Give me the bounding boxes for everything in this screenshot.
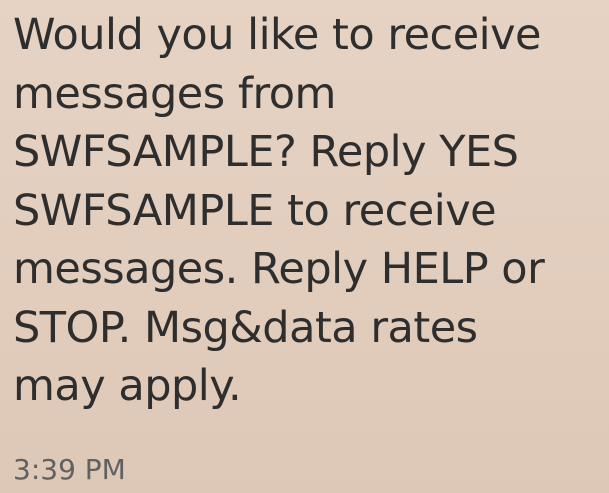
message-line: Would you like to receive bbox=[13, 10, 542, 60]
message-timestamp: 3:39 PM bbox=[13, 453, 126, 486]
message-line: SWFSAMPLE to receive bbox=[13, 185, 497, 236]
message-line: SWFSAMPLE? Reply YES bbox=[13, 127, 519, 177]
message-bubble[interactable]: Would you like to receive messages from … bbox=[0, 0, 609, 493]
message-text: Would you like to receive messages from … bbox=[13, 6, 603, 416]
message-line: STOP. Msg&data rates bbox=[13, 302, 478, 353]
message-line: messages. Reply HELP or bbox=[13, 244, 545, 294]
message-line: may apply. bbox=[13, 361, 242, 411]
message-line: messages from bbox=[13, 68, 336, 119]
